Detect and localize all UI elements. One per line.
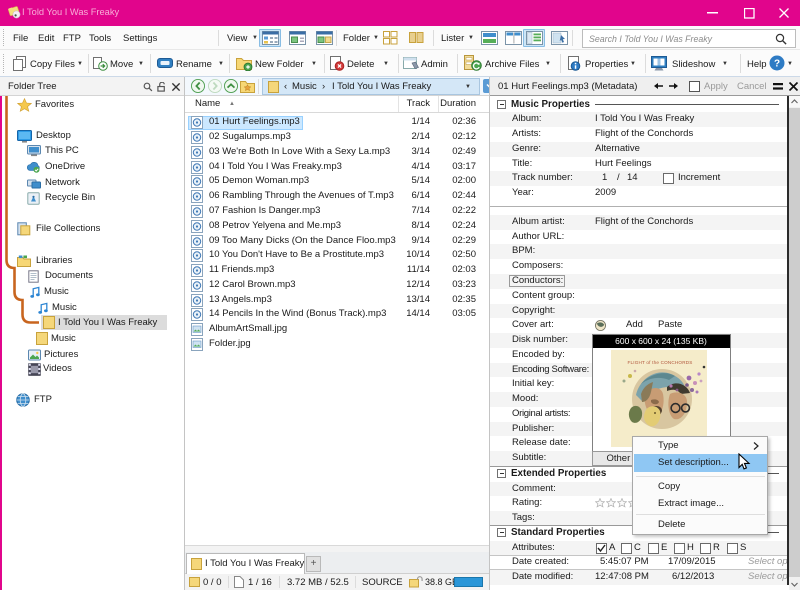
svg-text:FLIGHT of the CONCHORDS: FLIGHT of the CONCHORDS [627,360,692,365]
svg-text:?: ? [774,59,780,70]
